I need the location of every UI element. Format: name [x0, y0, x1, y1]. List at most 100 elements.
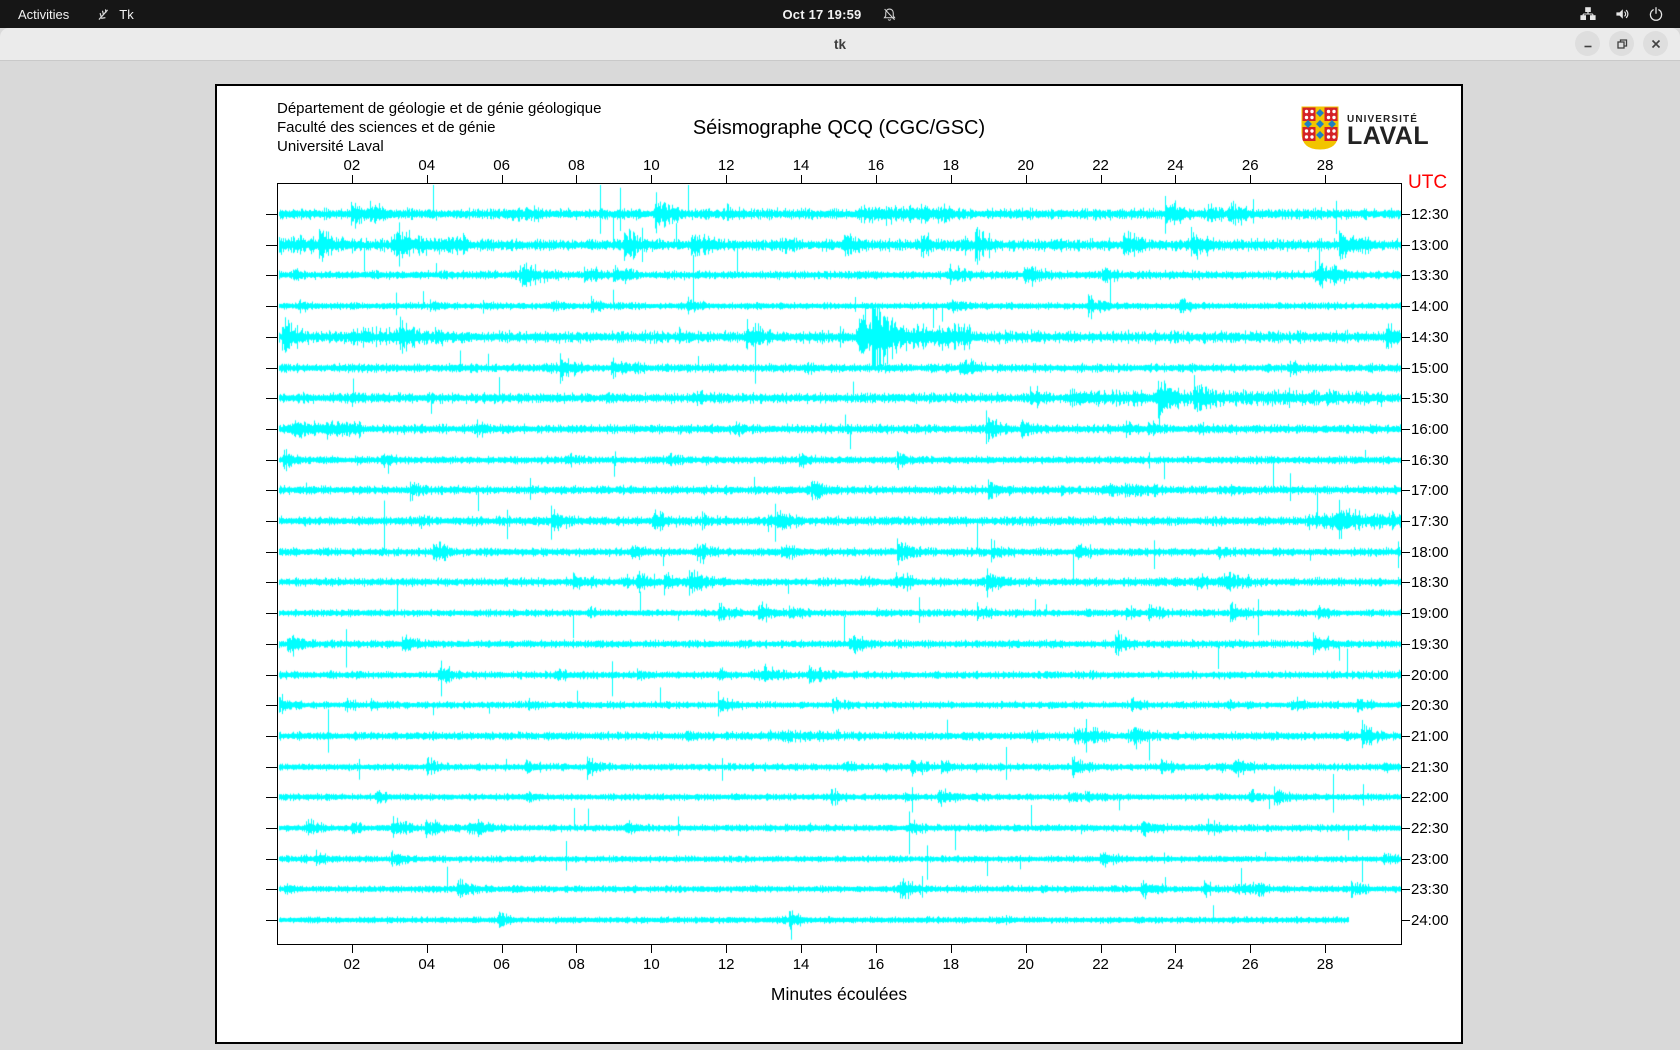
- x-tick-label-top: 08: [568, 157, 585, 174]
- trace-tick-right: [1402, 459, 1410, 461]
- x-axis-title: Minutes écoulées: [770, 984, 908, 1004]
- trace-tick-left: [266, 828, 277, 829]
- bell-slash-icon: [881, 6, 898, 23]
- department-line-1: Département de géologie et de génie géol…: [277, 100, 602, 117]
- trace-tick-right: [1402, 735, 1410, 737]
- x-tick-label-bottom: 28: [1316, 956, 1334, 973]
- trace-tick-left: [266, 367, 277, 369]
- x-tick-bottom: [501, 945, 503, 953]
- x-tick-label-bottom: 06: [493, 956, 510, 973]
- x-tick-label-top: 16: [867, 157, 885, 174]
- x-tick-top: [651, 175, 653, 183]
- trace-time-label: 18:00: [1411, 543, 1449, 561]
- trace-time-label: 21:30: [1411, 758, 1449, 776]
- trace-time-label: 18:30: [1411, 574, 1449, 592]
- trace-tick-left: [266, 889, 277, 891]
- x-tick-label-bottom: 16: [867, 956, 885, 973]
- maximize-button[interactable]: [1609, 31, 1634, 56]
- trace-time-label: 15:00: [1411, 359, 1449, 377]
- trace-time-label: 20:30: [1411, 697, 1449, 715]
- status-tray: [1579, 6, 1680, 23]
- clock-label: Oct 17 19:59: [782, 6, 862, 22]
- trace-tick-left: [266, 244, 277, 246]
- x-tick-label-top: 02: [343, 157, 361, 174]
- x-tick-top: [501, 175, 503, 183]
- trace-tick-left: [266, 336, 277, 338]
- window-titlebar[interactable]: tk: [0, 28, 1680, 61]
- x-tick-bottom: [426, 945, 428, 953]
- x-tick-top: [1175, 175, 1177, 183]
- trace-time-label: 23:00: [1411, 850, 1449, 868]
- clock-button[interactable]: Oct 17 19:59: [782, 6, 897, 23]
- trace-tick-left: [266, 920, 277, 922]
- window-title: tk: [833, 36, 846, 52]
- trace-time-label: 16:30: [1411, 451, 1449, 469]
- trace-time-label: 19:30: [1411, 635, 1449, 653]
- app-menu-label: Tk: [119, 6, 134, 22]
- x-tick-top: [351, 175, 353, 183]
- x-tick-label-top: 10: [642, 157, 660, 174]
- universite-laval-logo: UNIVERSITÉ LAVAL: [1300, 105, 1429, 156]
- trace-time-label: 22:00: [1411, 789, 1449, 807]
- gnome-top-bar: Activities Tk Oct 17 19:59: [0, 0, 1680, 28]
- x-tick-top: [950, 175, 952, 183]
- x-tick-label-bottom: 02: [343, 956, 361, 973]
- volume-icon[interactable]: [1613, 6, 1630, 23]
- trace-tick-right: [1402, 306, 1410, 308]
- trace-tick-right: [1402, 214, 1410, 215]
- trace-tick-left: [266, 613, 277, 615]
- trace-time-label: 19:00: [1411, 605, 1449, 623]
- activities-label: Activities: [18, 6, 70, 22]
- trace-time-label: 15:30: [1411, 390, 1449, 408]
- x-tick-label-top: 18: [942, 157, 960, 174]
- x-tick-bottom: [801, 945, 803, 953]
- trace-tick-left: [266, 521, 277, 522]
- trace-tick-right: [1402, 766, 1410, 768]
- trace-tick-left: [266, 705, 277, 707]
- trace-tick-right: [1402, 367, 1410, 369]
- network-icon[interactable]: [1579, 6, 1596, 23]
- trace-time-label: 13:30: [1411, 267, 1449, 285]
- trace-time-label: 24:00: [1411, 912, 1449, 930]
- trace-time-label: 17:30: [1411, 513, 1449, 530]
- x-tick-bottom: [726, 945, 728, 953]
- trace-time-label: 23:30: [1411, 881, 1449, 899]
- close-button[interactable]: [1643, 31, 1668, 56]
- trace-tick-right: [1402, 705, 1410, 707]
- trace-tick-left: [266, 398, 277, 400]
- x-tick-label-top: 12: [717, 157, 735, 174]
- trace-tick-right: [1402, 582, 1410, 584]
- trace-time-label: 13:00: [1411, 236, 1449, 254]
- x-tick-bottom: [1325, 945, 1327, 953]
- logo-laval-label: LAVAL: [1347, 122, 1430, 150]
- trace-tick-right: [1402, 244, 1410, 246]
- app-menu[interactable]: Tk: [95, 6, 134, 23]
- power-icon[interactable]: [1647, 6, 1664, 23]
- trace-tick-left: [266, 582, 277, 584]
- x-tick-label-bottom: 22: [1092, 956, 1109, 973]
- x-tick-label-bottom: 24: [1167, 956, 1184, 973]
- utc-axis-label: UTC: [1408, 172, 1448, 193]
- x-tick-label-top: 26: [1241, 157, 1259, 174]
- trace-time-label: 21:00: [1411, 727, 1449, 745]
- desktop: Activities Tk Oct 17 19:59 tk Départemen…: [0, 0, 1680, 1050]
- x-tick-bottom: [576, 945, 578, 953]
- activities-button[interactable]: Activities: [18, 7, 69, 22]
- x-tick-bottom: [1100, 945, 1102, 953]
- laval-shield-icon: [1300, 105, 1340, 156]
- trace-tick-right: [1402, 551, 1410, 553]
- trace-tick-right: [1402, 643, 1410, 645]
- trace-tick-right: [1402, 828, 1410, 829]
- x-tick-top: [801, 175, 803, 183]
- trace-tick-right: [1402, 858, 1410, 860]
- x-tick-top: [426, 175, 428, 183]
- x-tick-label-bottom: 14: [792, 956, 810, 973]
- trace-tick-right: [1402, 920, 1410, 922]
- minimize-button[interactable]: [1575, 31, 1600, 56]
- seismogram-plot-box: [277, 183, 1402, 945]
- x-tick-bottom: [351, 945, 353, 953]
- trace-tick-right: [1402, 428, 1410, 430]
- trace-time-label: 12:30: [1411, 206, 1449, 223]
- trace-tick-right: [1402, 398, 1410, 400]
- trace-time-label: 14:30: [1411, 328, 1449, 346]
